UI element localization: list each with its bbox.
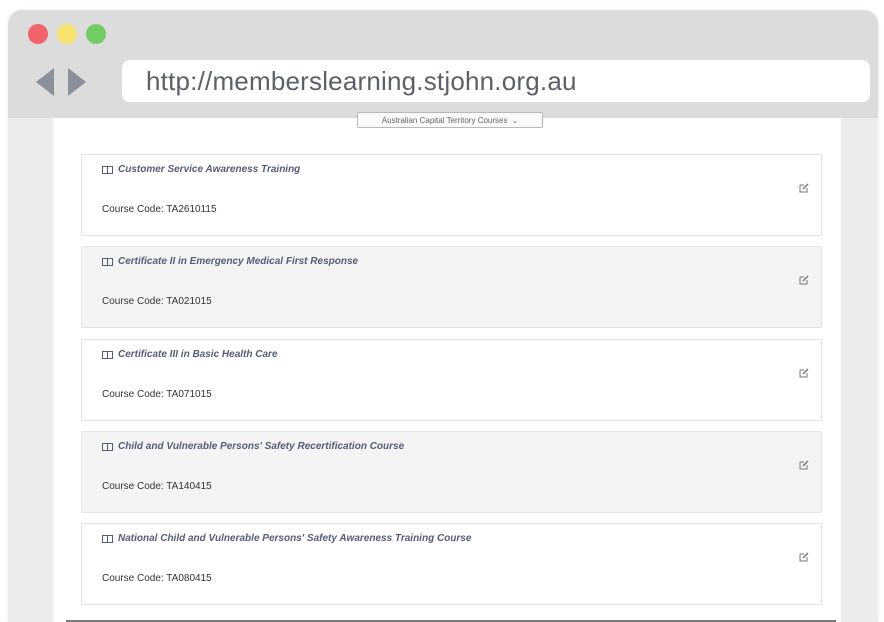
back-arrow-icon[interactable] xyxy=(36,68,54,96)
address-bar[interactable]: http://memberslearning.stjohn.org.au xyxy=(122,60,870,102)
edit-icon[interactable] xyxy=(799,552,809,562)
course-code: Course Code: TA021015 xyxy=(102,296,212,307)
course-title-text: Certificate III in Basic Health Care xyxy=(118,349,278,360)
edit-icon[interactable] xyxy=(799,368,809,378)
course-title[interactable]: Certificate II in Emergency Medical Firs… xyxy=(102,256,358,267)
course-code: Course Code: TA2610115 xyxy=(102,204,217,215)
course-code: Course Code: TA080415 xyxy=(102,573,212,584)
course-code: Course Code: TA071015 xyxy=(102,389,212,400)
course-title[interactable]: Child and Vulnerable Persons' Safety Rec… xyxy=(102,441,404,452)
edit-icon[interactable] xyxy=(799,460,809,470)
course-item[interactable]: National Child and Vulnerable Persons' S… xyxy=(81,523,822,605)
territory-select-value: Australian Capital Territory Courses xyxy=(381,115,508,125)
chevron-down-icon: ⌄ xyxy=(511,115,519,125)
book-icon xyxy=(102,165,113,174)
book-icon xyxy=(102,350,113,359)
close-window-button[interactable] xyxy=(28,24,48,44)
browser-chrome: http://memberslearning.stjohn.org.au xyxy=(8,10,878,118)
navigation-buttons xyxy=(36,68,86,96)
course-title[interactable]: National Child and Vulnerable Persons' S… xyxy=(102,533,471,544)
course-item[interactable]: Certificate II in Emergency Medical Firs… xyxy=(81,246,822,328)
book-icon xyxy=(102,534,113,543)
url-text: http://memberslearning.stjohn.org.au xyxy=(146,65,577,96)
course-title[interactable]: Certificate III in Basic Health Care xyxy=(102,349,278,360)
course-item[interactable]: Certificate III in Basic Health Care Cou… xyxy=(81,339,822,421)
forward-arrow-icon[interactable] xyxy=(68,68,86,96)
page-viewport: Australian Capital Territory Courses ⌄ C… xyxy=(8,112,878,622)
browser-window: http://memberslearning.stjohn.org.au Aus… xyxy=(8,10,878,622)
book-icon xyxy=(102,257,113,266)
edit-icon[interactable] xyxy=(799,275,809,285)
course-title-text: Customer Service Awareness Training xyxy=(118,164,301,175)
course-title-text: National Child and Vulnerable Persons' S… xyxy=(118,533,472,544)
window-controls xyxy=(28,24,106,44)
course-title[interactable]: Customer Service Awareness Training xyxy=(102,164,300,175)
course-title-text: Child and Vulnerable Persons' Safety Rec… xyxy=(118,441,405,452)
course-item[interactable]: Child and Vulnerable Persons' Safety Rec… xyxy=(81,431,822,513)
book-icon xyxy=(102,442,113,451)
territory-select[interactable]: Australian Capital Territory Courses ⌄ xyxy=(357,112,543,128)
minimize-window-button[interactable] xyxy=(57,24,77,44)
course-title-text: Certificate II in Emergency Medical Firs… xyxy=(118,256,359,267)
edit-icon[interactable] xyxy=(799,183,809,193)
maximize-window-button[interactable] xyxy=(86,24,106,44)
course-item[interactable]: Customer Service Awareness Training Cour… xyxy=(81,154,822,236)
course-code: Course Code: TA140415 xyxy=(102,481,212,492)
course-list-page: Australian Capital Territory Courses ⌄ C… xyxy=(53,112,841,622)
